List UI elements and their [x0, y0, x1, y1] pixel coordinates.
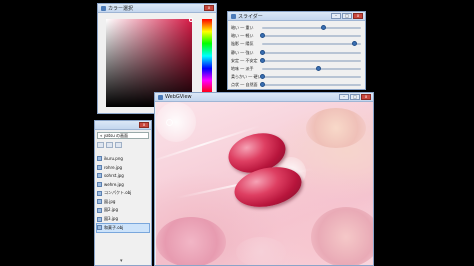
slider-track[interactable]	[260, 82, 361, 88]
file-name: ikuru.png	[104, 155, 123, 161]
slider-track[interactable]	[260, 49, 361, 55]
maximize-button[interactable]: □	[350, 94, 360, 100]
slider-row: 暗い ― 重い	[228, 24, 365, 32]
file-icon	[97, 199, 102, 205]
slider-label: 暗い ― 重い	[231, 25, 254, 30]
slider-thumb[interactable]	[316, 66, 322, 71]
slider-label: 陰影 ― 陽気	[231, 41, 254, 47]
3d-view-titlebar[interactable]: WebGView – □ x	[155, 93, 373, 102]
slider-row: 安定 ― 不安定	[228, 57, 365, 65]
3d-view-window: WebGView – □ x	[154, 92, 374, 266]
file-list-item[interactable]: 和菓子.obj	[96, 222, 150, 234]
help-icon[interactable]	[115, 142, 122, 148]
file-icon	[97, 207, 102, 213]
slider-label: 静い ― 強い	[231, 49, 254, 55]
background-flowers	[236, 237, 286, 265]
file-toolbar	[97, 142, 149, 150]
rotate-cursor-icon	[166, 119, 173, 126]
app-icon	[158, 94, 163, 100]
slider-row: 点状 ― 自然面	[228, 81, 365, 89]
slider-row: 柔らかい ― 硬い	[228, 73, 365, 81]
maximize-button[interactable]: □	[342, 13, 352, 19]
slider-thumb[interactable]	[260, 33, 265, 39]
close-button[interactable]: x	[361, 94, 371, 100]
minimize-button[interactable]: –	[331, 13, 341, 19]
slider-thumb[interactable]	[321, 25, 327, 30]
slider-label: 柔らかい ― 硬い	[231, 74, 262, 80]
file-name: sohrst.jpg	[104, 173, 124, 179]
slider-label: 暗い ― 軽い	[231, 33, 254, 39]
slider-row: 陰影 ― 陽気	[228, 40, 365, 48]
slider-track[interactable]	[262, 41, 361, 47]
app-icon	[231, 13, 236, 19]
window-title: WebGView	[165, 94, 192, 100]
slider-thumb[interactable]	[260, 74, 265, 80]
slider-track[interactable]	[262, 25, 361, 30]
slider-track[interactable]	[260, 33, 361, 39]
slider-row: 暗い ― 軽い	[228, 32, 365, 40]
file-icon	[97, 173, 102, 179]
scroll-down-icon[interactable]: ▾	[120, 258, 123, 264]
window-title: カラー選択	[108, 5, 134, 12]
file-icon	[97, 155, 102, 161]
file-list-item[interactable]: rohre.jpg	[97, 163, 149, 172]
color-marker[interactable]	[189, 18, 193, 22]
slider-thumb[interactable]	[260, 82, 265, 88]
close-button[interactable]: x	[353, 13, 363, 19]
file-name: rohre.jpg	[104, 164, 123, 170]
file-list-item[interactable]: 図.jpg	[97, 197, 149, 206]
file-icon	[97, 225, 102, 231]
close-button[interactable]: x	[139, 122, 149, 128]
file-list-item[interactable]: sohrst.jpg	[97, 171, 149, 180]
slider-track[interactable]	[260, 57, 361, 63]
file-name: 和菓子.obj	[104, 224, 124, 230]
file-icon	[97, 164, 102, 170]
file-name: コンパクト.obj	[104, 190, 132, 196]
file-name: wehre.jpg	[104, 181, 124, 187]
file-icon	[97, 190, 102, 196]
file-list-item[interactable]: 図3.jpg	[97, 215, 149, 224]
organize-icon[interactable]	[97, 142, 104, 148]
slider-thumb[interactable]	[352, 41, 358, 47]
slider-thumb[interactable]	[260, 57, 265, 63]
background-flowers	[306, 108, 366, 148]
background-flowers	[156, 217, 226, 265]
3d-canvas[interactable]	[156, 102, 373, 265]
address-bar[interactable]: « yatsu の画面	[97, 132, 149, 139]
file-list: ikuru.png rohre.jpg sohrst.jpg wehre.jpg コンパ…	[96, 154, 150, 234]
color-picker-titlebar[interactable]: カラー選択 x	[98, 4, 216, 13]
file-name: 図2.jpg	[104, 207, 119, 213]
file-explorer-window: x « yatsu の画面 ikuru.png rohre.jpg sohrst.j…	[94, 120, 152, 266]
slider-titlebar[interactable]: スライダー – □ x	[228, 12, 365, 21]
file-list-item[interactable]: 図2.jpg	[97, 206, 149, 215]
window-title: スライダー	[238, 13, 263, 20]
file-list-item[interactable]: コンパクト.obj	[97, 189, 149, 198]
slider-row: 地味 ― 派手	[228, 65, 365, 73]
view-icon[interactable]	[106, 142, 113, 148]
slider-window: スライダー – □ x 暗い ― 重い 暗い ― 軽い 陰影 ― 陽気 静い ― 強い…	[227, 11, 366, 90]
background-flowers	[311, 207, 373, 265]
minimize-button[interactable]: –	[339, 94, 349, 100]
hue-bar[interactable]	[202, 19, 212, 93]
slider-row: 静い ― 強い	[228, 49, 365, 57]
slider-track[interactable]	[262, 66, 361, 71]
file-icon	[97, 216, 102, 222]
file-list-item[interactable]: wehre.jpg	[97, 180, 149, 189]
file-name: 図.jpg	[104, 198, 116, 204]
file-name: 図3.jpg	[104, 216, 119, 222]
background-glow	[156, 102, 196, 142]
app-icon	[101, 5, 106, 11]
file-list-item[interactable]: ikuru.png	[97, 154, 149, 163]
slider-thumb[interactable]	[260, 49, 265, 55]
slider-label: 点状 ― 自然面	[231, 82, 258, 88]
file-explorer-titlebar[interactable]: x	[95, 121, 151, 130]
slider-track[interactable]	[260, 74, 361, 80]
file-icon	[97, 181, 102, 187]
close-button[interactable]: x	[204, 5, 214, 11]
slider-label: 安定 ― 不安定	[231, 57, 258, 63]
slider-label: 地味 ― 派手	[231, 66, 254, 71]
